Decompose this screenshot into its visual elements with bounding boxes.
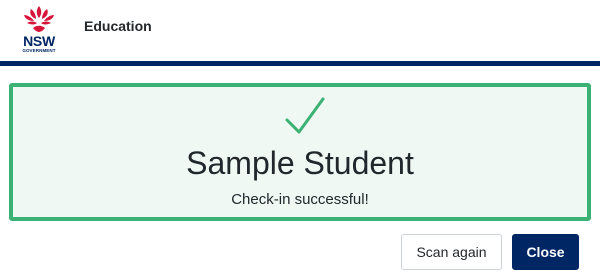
- check-in-result-panel: Sample Student Check-in successful!: [9, 83, 591, 221]
- close-button[interactable]: Close: [512, 234, 579, 270]
- logo-sub-text: GOVERNMENT: [22, 48, 56, 53]
- app-header: NSW GOVERNMENT Education: [0, 0, 600, 61]
- check-in-status-message: Check-in successful!: [231, 191, 369, 208]
- header-accent-bar: [0, 61, 600, 66]
- checkmark-icon: [285, 97, 325, 134]
- waratah-icon: [24, 6, 54, 32]
- student-name: Sample Student: [186, 145, 414, 181]
- app-title: Education: [84, 18, 152, 34]
- logo-brand-text: NSW: [23, 33, 55, 49]
- nsw-government-logo: NSW GOVERNMENT: [17, 4, 61, 58]
- scan-again-button[interactable]: Scan again: [401, 234, 502, 270]
